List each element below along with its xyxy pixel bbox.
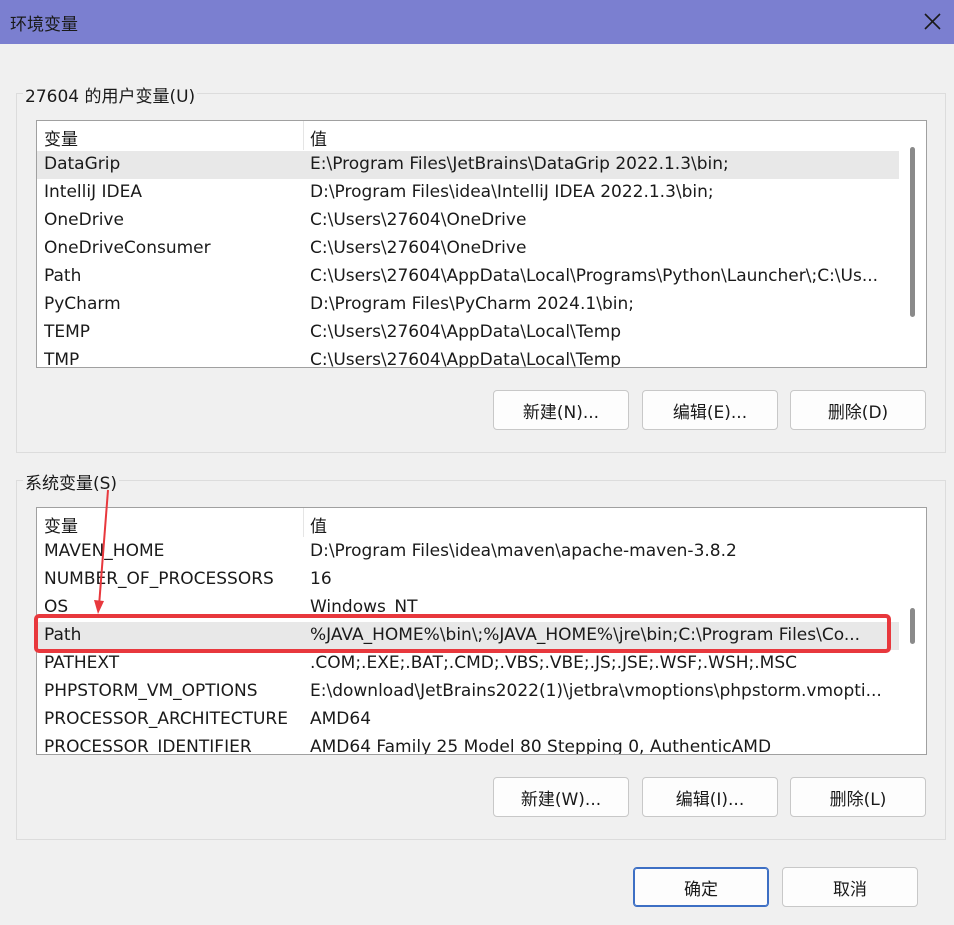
table-row[interactable]: PROCESSOR_IDENTIFIER AMD64 Family 25 Mode… bbox=[37, 734, 899, 755]
variable-name-cell: Path bbox=[44, 625, 82, 645]
variable-name-cell: NUMBER_OF_PROCESSORS bbox=[44, 569, 274, 589]
cancel-button[interactable]: 取消 bbox=[782, 867, 918, 907]
column-header-value[interactable]: 值 bbox=[310, 512, 327, 537]
list-header: 变量 值 bbox=[37, 121, 899, 150]
variable-value-cell: Windows_NT bbox=[310, 597, 418, 617]
variable-name-cell: MAVEN_HOME bbox=[44, 541, 165, 561]
variable-name-cell: OS bbox=[44, 597, 69, 617]
variable-name-cell: TEMP bbox=[44, 322, 91, 342]
close-button[interactable] bbox=[910, 0, 954, 44]
variable-value-cell: D:\Program Files\idea\IntelliJ IDEA 2022… bbox=[310, 182, 714, 202]
table-row[interactable]: OneDriveConsumer C:\Users\27604\OneDrive bbox=[37, 235, 899, 263]
table-row[interactable]: Path %JAVA_HOME%\bin\;%JAVA_HOME%\jre\bin… bbox=[37, 622, 899, 650]
variable-value-cell: E:\download\JetBrains2022(1)\jetbra\vmop… bbox=[310, 681, 882, 701]
variable-value-cell: 16 bbox=[310, 569, 332, 589]
user-new-button[interactable]: 新建(N)... bbox=[493, 390, 629, 430]
system-new-button[interactable]: 新建(W)... bbox=[493, 777, 629, 817]
scroll-thumb[interactable] bbox=[910, 147, 915, 317]
variable-value-cell: D:\Program Files\PyCharm 2024.1\bin; bbox=[310, 294, 634, 314]
variable-name-cell: OneDriveConsumer bbox=[44, 238, 211, 258]
window-title: 环境变量 bbox=[10, 15, 78, 35]
variable-value-cell: C:\Users\27604\OneDrive bbox=[310, 238, 527, 258]
variable-name-cell: PATHEXT bbox=[44, 653, 120, 673]
variable-name-cell: TMP bbox=[44, 350, 80, 368]
system-variables-legend: 系统变量(S) bbox=[23, 469, 120, 494]
variable-name-cell: PHPSTORM_VM_OPTIONS bbox=[44, 681, 258, 701]
table-row[interactable]: TMP C:\Users\27604\AppData\Local\Temp bbox=[37, 347, 899, 368]
variable-name-cell: OneDrive bbox=[44, 210, 124, 230]
table-row[interactable]: PROCESSOR_ARCHITECTURE AMD64 bbox=[37, 706, 899, 734]
variable-value-cell: C:\Users\27604\OneDrive bbox=[310, 210, 527, 230]
variable-value-cell: .COM;.EXE;.BAT;.CMD;.VBS;.VBE;.JS;.JSE;.… bbox=[310, 653, 798, 673]
variable-name-cell: PyCharm bbox=[44, 294, 121, 314]
scroll-thumb[interactable] bbox=[910, 608, 915, 644]
table-row[interactable]: MAVEN_HOME D:\Program Files\idea\maven\ap… bbox=[37, 538, 899, 566]
table-row[interactable]: Path C:\Users\27604\AppData\Local\Program… bbox=[37, 263, 899, 291]
variable-value-cell: E:\Program Files\JetBrains\DataGrip 2022… bbox=[310, 154, 729, 174]
table-row[interactable]: TEMP C:\Users\27604\AppData\Local\Temp bbox=[37, 319, 899, 347]
table-row[interactable]: NUMBER_OF_PROCESSORS 16 bbox=[37, 566, 899, 594]
system-variables-list[interactable]: 变量 值 MAVEN_HOME D:\Program Files\idea\mav… bbox=[36, 507, 927, 755]
scrollbar[interactable] bbox=[900, 508, 926, 754]
variable-value-cell: AMD64 Family 25 Model 80 Stepping 0, Aut… bbox=[310, 737, 772, 755]
table-row[interactable]: PyCharm D:\Program Files\PyCharm 2024.1\b… bbox=[37, 291, 899, 319]
column-header-variable[interactable]: 变量 bbox=[44, 512, 78, 537]
close-icon bbox=[924, 13, 941, 30]
user-variables-legend: 27604 的用户变量(U) bbox=[23, 82, 198, 107]
variable-value-cell: AMD64 bbox=[310, 709, 372, 729]
variable-name-cell: IntelliJ IDEA bbox=[44, 182, 142, 202]
variable-name-cell: PROCESSOR_ARCHITECTURE bbox=[44, 709, 288, 729]
variable-value-cell: C:\Users\27604\AppData\Local\Temp bbox=[310, 322, 622, 342]
table-row[interactable]: PATHEXT .COM;.EXE;.BAT;.CMD;.VBS;.VBE;.JS… bbox=[37, 650, 899, 678]
user-variables-list[interactable]: 变量 值 DataGrip E:\Program Files\JetBrains\… bbox=[36, 120, 927, 368]
table-row[interactable]: PHPSTORM_VM_OPTIONS E:\download\JetBrains… bbox=[37, 678, 899, 706]
list-header: 变量 值 bbox=[37, 508, 899, 537]
variable-value-cell: C:\Users\27604\AppData\Local\Programs\Py… bbox=[310, 266, 879, 286]
ok-button[interactable]: 确定 bbox=[633, 867, 769, 907]
table-row[interactable]: OS Windows_NT bbox=[37, 594, 899, 622]
variable-value-cell: %JAVA_HOME%\bin\;%JAVA_HOME%\jre\bin;C:\… bbox=[310, 625, 861, 645]
user-edit-button[interactable]: 编辑(E)... bbox=[642, 390, 778, 430]
table-row[interactable]: IntelliJ IDEA D:\Program Files\idea\Intel… bbox=[37, 179, 899, 207]
variable-name-cell: DataGrip bbox=[44, 154, 121, 174]
column-divider[interactable] bbox=[303, 508, 304, 537]
variable-value-cell: C:\Users\27604\AppData\Local\Temp bbox=[310, 350, 622, 368]
column-header-value[interactable]: 值 bbox=[310, 125, 327, 150]
variable-value-cell: D:\Program Files\idea\maven\apache-maven… bbox=[310, 541, 737, 561]
system-edit-button[interactable]: 编辑(I)... bbox=[642, 777, 778, 817]
table-row[interactable]: DataGrip E:\Program Files\JetBrains\DataG… bbox=[37, 151, 899, 179]
column-header-variable[interactable]: 变量 bbox=[44, 125, 78, 150]
user-delete-button[interactable]: 删除(D) bbox=[790, 390, 926, 430]
variable-name-cell: PROCESSOR_IDENTIFIER bbox=[44, 737, 252, 755]
table-row[interactable]: OneDrive C:\Users\27604\OneDrive bbox=[37, 207, 899, 235]
variable-name-cell: Path bbox=[44, 266, 82, 286]
scrollbar[interactable] bbox=[900, 121, 926, 367]
system-delete-button[interactable]: 删除(L) bbox=[790, 777, 926, 817]
title-bar: 环境变量 bbox=[0, 0, 954, 44]
column-divider[interactable] bbox=[303, 121, 304, 150]
